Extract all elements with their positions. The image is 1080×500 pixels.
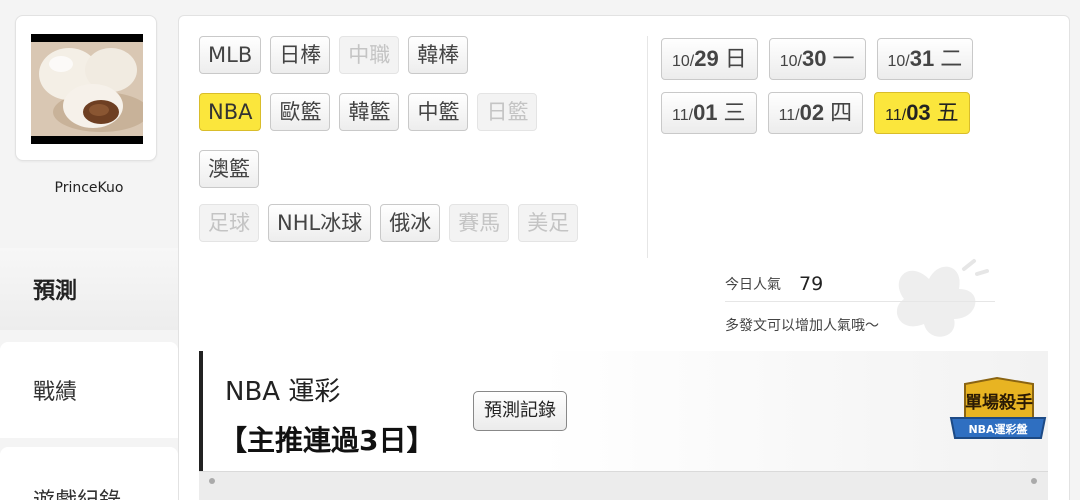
sport-chip[interactable]: 歐籃 [270,93,331,131]
date-row: 11/01 三 11/02 四 11/03 五 [661,92,970,134]
divider [647,36,648,258]
sport-row: 澳籃 [199,150,259,188]
page-root: PrinceKuo 預測 戰績 遊戲紀錄 MLB日棒中職韓棒 NBA歐籃韓籃中籃… [0,0,1080,500]
content-strip [199,471,1048,500]
sport-chip: 賽馬 [449,204,510,242]
date-chip[interactable]: 11/03 五 [874,92,970,134]
username: PrinceKuo [54,180,124,196]
sport-chip[interactable]: 澳籃 [199,150,259,188]
date-row: 10/29 日 10/30 一 10/31 二 [661,38,974,80]
pin-icon [209,478,215,484]
nav-item-label: 遊戲紀錄 [33,483,121,500]
popularity-hint: 多發文可以增加人氣哦～ [725,318,879,334]
badge-sub-label: NBA運彩盤 [968,422,1028,436]
sport-chip[interactable]: 中籃 [408,93,469,131]
sport-chip: 足球 [199,204,259,242]
sport-chip[interactable]: 韓籃 [339,93,400,131]
league-header: NBA 運彩 【主推連過3日】 預測記錄 單場殺手 NBA運彩盤 [199,351,1048,471]
main-panel: MLB 日棒 中職 韓棒 NBA 歐籃 韓籃 中籃 日籃 澳籃 足球 NHL冰球 俄冰 賽馬 美足 1… [178,15,1070,500]
date-day: 29 [694,46,719,71]
date-weekday: 二 [940,46,963,71]
date-chip[interactable]: 11/01 三 [661,92,757,134]
date-month: 10/ [887,53,910,70]
popularity-value: 79 [799,272,824,295]
nav-item-label: 戰績 [33,380,78,405]
date-weekday: 日 [724,46,747,71]
date-month: 10/ [672,53,695,70]
badge-main-label: 單場殺手 [965,392,1033,413]
sport-row: MLB 日棒 中職 韓棒 [199,36,469,74]
nav-item-record[interactable]: 戰績 [0,342,178,438]
nav-item-games[interactable]: 遊戲紀錄 [0,447,178,500]
date-weekday: 五 [936,100,959,125]
prediction-record-button[interactable]: 預測記錄 [473,391,567,431]
date-day: 30 [802,46,827,71]
popularity-box: 今日人氣 79 多發文可以增加人氣哦～ [725,266,995,335]
league-subtitle: 【主推連過3日】 [219,424,435,457]
sport-chip[interactable]: 日棒 [270,36,331,74]
date-chip[interactable]: 10/30 一 [768,38,866,80]
date-month: 10/ [779,53,802,70]
date-day: 02 [799,100,825,125]
sport-row: NBA 歐籃 韓籃 中籃 日籃 [199,93,538,131]
sport-chip: 日籃 [477,93,538,131]
avatar-card[interactable] [15,15,157,161]
sport-chip[interactable]: 韓棒 [408,36,469,74]
single-match-killer-badge-icon[interactable]: 單場殺手 NBA運彩盤 [945,376,1050,448]
date-chip[interactable]: 10/29 日 [661,38,758,80]
date-month: 11/ [778,107,800,124]
date-weekday: 四 [830,100,853,125]
left-sidebar: PrinceKuo 預測 戰績 遊戲紀錄 [0,0,178,500]
sport-chip[interactable]: MLB [199,36,262,74]
sport-row: 足球 NHL冰球 俄冰 賽馬 美足 [199,204,579,242]
avatar[interactable] [31,34,143,144]
date-chip[interactable]: 10/31 二 [876,38,974,80]
sport-chip[interactable]: NBA [199,93,262,131]
date-day: 31 [909,46,935,71]
date-chip[interactable]: 11/02 四 [767,92,864,134]
pin-icon [1031,478,1037,484]
date-day: 01 [693,100,718,125]
date-day: 03 [906,100,931,125]
date-weekday: 一 [832,46,855,71]
avatar-image [31,34,143,144]
popularity-label: 今日人氣 [725,276,781,293]
sport-chip: 美足 [518,204,579,242]
sport-chip[interactable]: 俄冰 [380,204,441,242]
nav-item-label: 預測 [33,279,78,304]
sport-chip[interactable]: NHL冰球 [268,204,372,242]
date-weekday: 三 [723,100,746,125]
date-month: 11/ [672,107,694,124]
sport-chip: 中職 [339,36,400,74]
league-title: NBA 運彩 [225,377,341,407]
date-month: 11/ [885,107,907,124]
nav-item-predict[interactable]: 預測 [0,248,178,330]
